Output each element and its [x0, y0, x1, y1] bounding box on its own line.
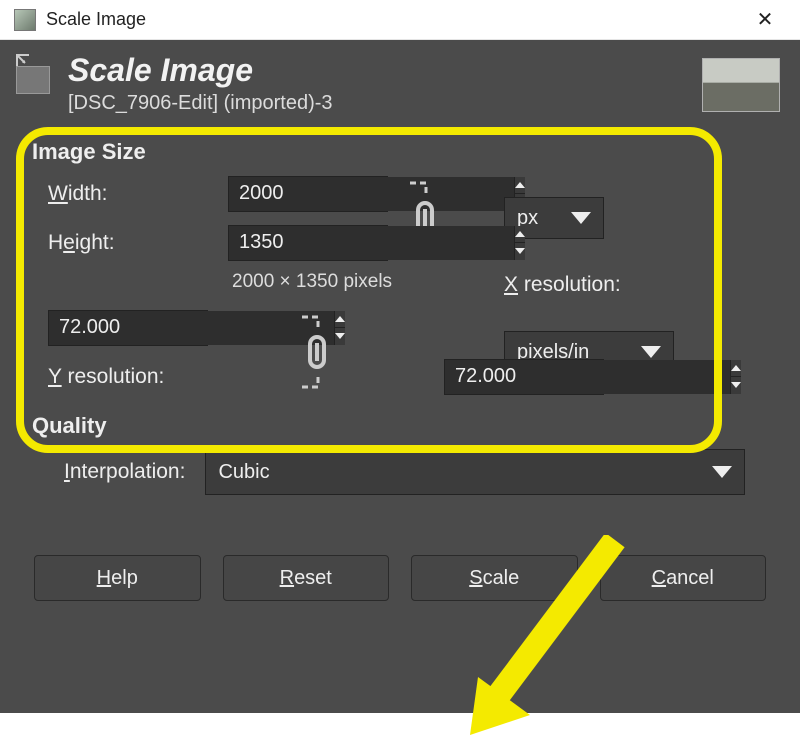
interpolation-dropdown[interactable]: Cubic [205, 449, 745, 495]
interpolation-value: Cubic [218, 461, 269, 484]
scale-image-dialog: Scale Image ✕ Scale Image [DSC_7906-Edit… [0, 0, 800, 713]
image-thumb-small-icon [16, 66, 50, 94]
yres-field[interactable] [445, 360, 730, 394]
yres-step-up[interactable] [731, 360, 741, 378]
height-step-up[interactable] [515, 226, 525, 244]
xres-input[interactable] [48, 310, 208, 346]
res-link-toggle[interactable] [228, 309, 398, 395]
dialog-body: Scale Image [DSC_7906-Edit] (imported)-3… [0, 40, 800, 713]
dialog-title: Scale Image [68, 54, 702, 86]
width-label: Width: [48, 182, 228, 206]
image-preview-thumb [702, 58, 780, 112]
chevron-down-icon [712, 466, 732, 478]
help-button[interactable]: Help [34, 555, 201, 601]
dialog-header: Scale Image [DSC_7906-Edit] (imported)-3 [10, 50, 790, 125]
pixel-size-text: 2000 × 1350 pixels [228, 271, 504, 293]
app-icon [14, 9, 36, 31]
image-size-heading: Image Size [32, 139, 784, 165]
height-label: Height: [48, 231, 228, 255]
close-button[interactable]: ✕ [740, 0, 790, 40]
height-input[interactable] [228, 225, 388, 261]
dialog-subtitle: [DSC_7906-Edit] (imported)-3 [68, 92, 702, 115]
cancel-button[interactable]: Cancel [600, 555, 767, 601]
window-title: Scale Image [46, 9, 740, 30]
xres-label: X resolution: [504, 273, 674, 297]
image-size-grid: Width: [48, 175, 784, 395]
yres-input[interactable] [444, 359, 604, 395]
yres-step-down[interactable] [731, 377, 741, 394]
dialog-buttons: Help Reset Scale Cancel [16, 555, 784, 601]
width-input[interactable] [228, 176, 388, 212]
titlebar: Scale Image ✕ [0, 0, 800, 40]
height-step-down[interactable] [515, 243, 525, 260]
width-field[interactable] [229, 177, 514, 211]
yres-label: Y resolution: [48, 365, 228, 389]
width-step-up[interactable] [515, 177, 525, 195]
chevron-down-icon [571, 212, 591, 224]
reset-button[interactable]: Reset [223, 555, 390, 601]
quality-heading: Quality [32, 413, 784, 439]
interpolation-label: Interpolation: [64, 460, 185, 484]
scale-button[interactable]: Scale [411, 555, 578, 601]
chevron-down-icon [641, 346, 661, 358]
height-field[interactable] [229, 226, 514, 260]
